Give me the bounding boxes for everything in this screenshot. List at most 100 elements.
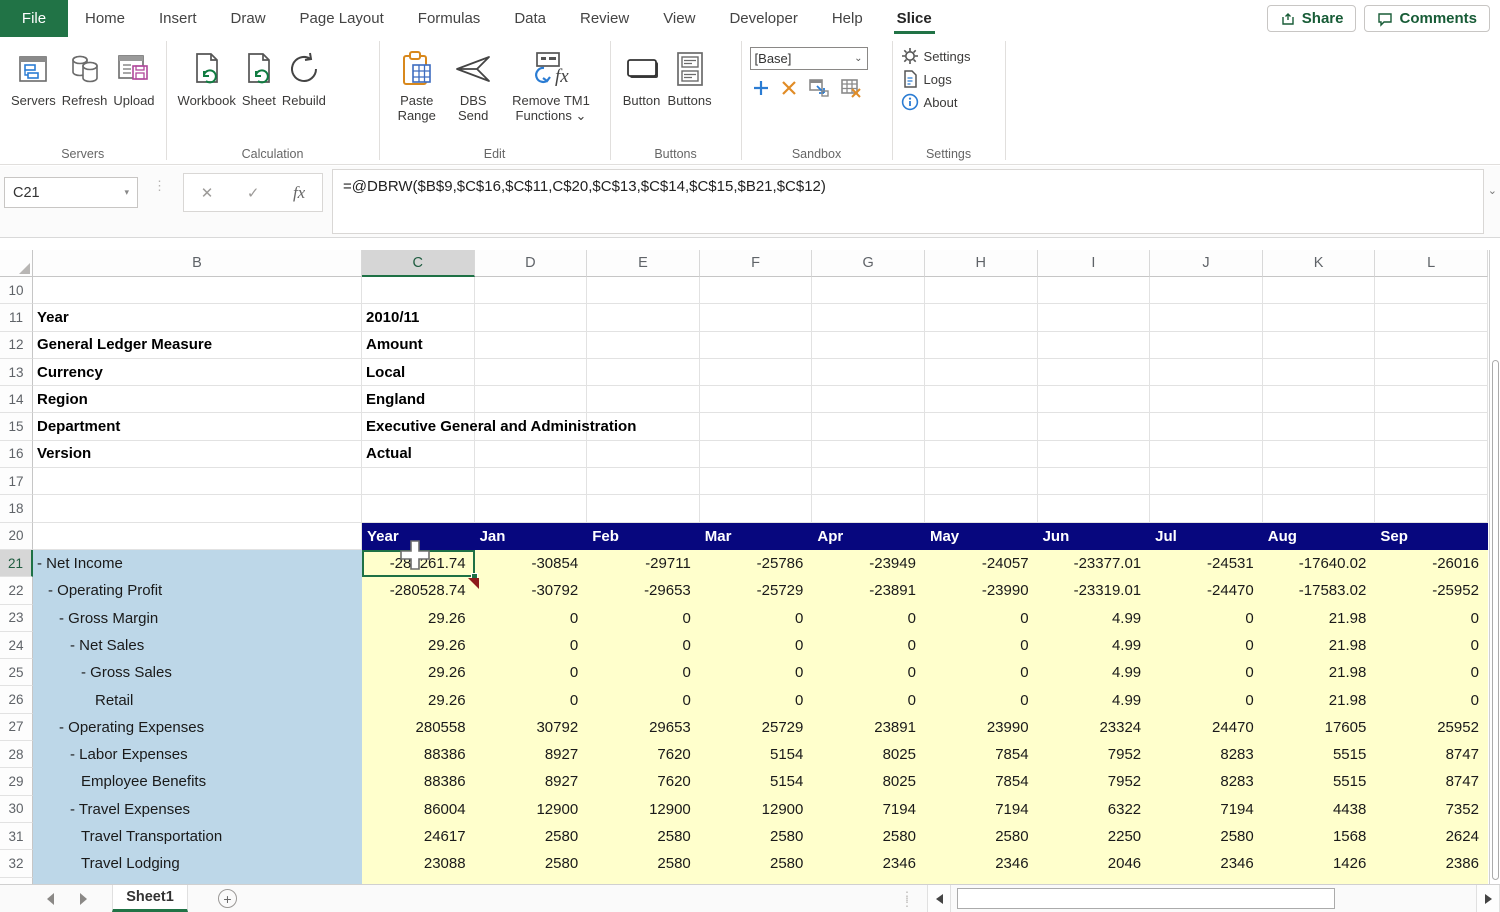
cell-D10[interactable]: [475, 277, 588, 304]
cell-F32[interactable]: 2580: [700, 850, 813, 877]
cell-E29[interactable]: 7620: [587, 768, 700, 795]
hscroll-right-button[interactable]: [1476, 885, 1500, 912]
row-header-16[interactable]: 16: [0, 441, 33, 468]
cell-H17[interactable]: [925, 468, 1038, 495]
cell-K11[interactable]: [1263, 304, 1376, 331]
cell-K12[interactable]: [1263, 332, 1376, 359]
cell-J10[interactable]: [1150, 277, 1263, 304]
cell-D27[interactable]: 30792: [475, 714, 588, 741]
cell-C31[interactable]: 24617: [362, 823, 475, 850]
row-header-14[interactable]: 14: [0, 386, 33, 413]
sandbox-commit-icon[interactable]: [808, 78, 830, 98]
cell-C15[interactable]: Executive General and Administration: [362, 413, 475, 440]
cell-B15[interactable]: Department: [33, 413, 362, 440]
cell-C13[interactable]: Local: [362, 359, 475, 386]
cell-J22[interactable]: -24470: [1150, 577, 1263, 604]
enter-button[interactable]: ✓: [247, 184, 260, 202]
cell-F14[interactable]: [700, 386, 813, 413]
cell-G13[interactable]: [812, 359, 925, 386]
cell-D16[interactable]: [475, 441, 588, 468]
cell-J24[interactable]: 0: [1150, 632, 1263, 659]
tab-slice[interactable]: Slice: [880, 0, 949, 37]
cell-L32[interactable]: 2386: [1375, 850, 1488, 877]
tab-developer[interactable]: Developer: [712, 0, 814, 37]
cell-D28[interactable]: 8927: [475, 741, 588, 768]
cell-L17[interactable]: [1375, 468, 1488, 495]
cell-H18[interactable]: [925, 495, 1038, 522]
cell-D24[interactable]: 0: [475, 632, 588, 659]
cell-C27[interactable]: 280558: [362, 714, 475, 741]
row-header-11[interactable]: 11: [0, 304, 33, 331]
row-header-28[interactable]: 28: [0, 741, 33, 768]
cell-I26[interactable]: 4.99: [1038, 686, 1151, 713]
cell-I23[interactable]: 4.99: [1038, 605, 1151, 632]
tab-draw[interactable]: Draw: [214, 0, 283, 37]
cell-K17[interactable]: [1263, 468, 1376, 495]
cell-J12[interactable]: [1150, 332, 1263, 359]
cell-E22[interactable]: -29653: [587, 577, 700, 604]
cell-B29[interactable]: Employee Benefits: [33, 768, 362, 795]
cell-D25[interactable]: 0: [475, 659, 588, 686]
tab-review[interactable]: Review: [563, 0, 646, 37]
comments-button[interactable]: Comments: [1364, 5, 1490, 32]
cell-K31[interactable]: 1568: [1263, 823, 1376, 850]
cell-B11[interactable]: Year: [33, 304, 362, 331]
cell-H28[interactable]: 7854: [925, 741, 1038, 768]
sheet-button[interactable]: Sheet: [239, 43, 279, 113]
cell-G28[interactable]: 8025: [812, 741, 925, 768]
workbook-button[interactable]: Workbook: [175, 43, 239, 113]
cell-E23[interactable]: 0: [587, 605, 700, 632]
cell-G16[interactable]: [812, 441, 925, 468]
month-header-jan[interactable]: Jan: [475, 523, 588, 550]
cell-K29[interactable]: 5515: [1263, 768, 1376, 795]
cell-K22[interactable]: -17583.02: [1263, 577, 1376, 604]
month-header-sep[interactable]: Sep: [1375, 523, 1488, 550]
cell-K23[interactable]: 21.98: [1263, 605, 1376, 632]
cell-E21[interactable]: -29711: [587, 550, 700, 577]
cell-L15[interactable]: [1375, 413, 1488, 440]
cell-J25[interactable]: 0: [1150, 659, 1263, 686]
row-header-31[interactable]: 31: [0, 823, 33, 850]
paste-range-button[interactable]: Paste Range: [388, 43, 446, 128]
cell-K16[interactable]: [1263, 441, 1376, 468]
cell-L16[interactable]: [1375, 441, 1488, 468]
cell-L31[interactable]: 2624: [1375, 823, 1488, 850]
row-header-20[interactable]: 20: [0, 523, 33, 550]
row-header-27[interactable]: 27: [0, 714, 33, 741]
row-header-25[interactable]: 25: [0, 659, 33, 686]
row-header-22[interactable]: 22: [0, 577, 33, 604]
cell-L21[interactable]: -26016: [1375, 550, 1488, 577]
tab-data[interactable]: Data: [497, 0, 563, 37]
cell-J18[interactable]: [1150, 495, 1263, 522]
row-header-10[interactable]: 10: [0, 277, 33, 304]
tab-formulas[interactable]: Formulas: [401, 0, 498, 37]
cell-B21[interactable]: - Net Income: [33, 550, 362, 577]
cell-H22[interactable]: -23990: [925, 577, 1038, 604]
cell-J23[interactable]: 0: [1150, 605, 1263, 632]
horizontal-scrollbar-thumb[interactable]: [957, 888, 1335, 909]
cell-D14[interactable]: [475, 386, 588, 413]
cell-G21[interactable]: -23949: [812, 550, 925, 577]
cell-B23[interactable]: - Gross Margin: [33, 605, 362, 632]
row-header-15[interactable]: 15: [0, 413, 33, 440]
cell-E25[interactable]: 0: [587, 659, 700, 686]
column-header-F[interactable]: F: [700, 250, 813, 277]
row-header-32[interactable]: 32: [0, 850, 33, 877]
rebuild-button[interactable]: Rebuild: [279, 43, 329, 113]
cell-D26[interactable]: 0: [475, 686, 588, 713]
formula-input[interactable]: =@DBRW($B$9,$C$16,$C$11,C$20,$C$13,$C$14…: [332, 169, 1484, 234]
cell-I17[interactable]: [1038, 468, 1151, 495]
column-header-D[interactable]: D: [475, 250, 588, 277]
column-header-I[interactable]: I: [1038, 250, 1151, 277]
cell-E13[interactable]: [587, 359, 700, 386]
cell-F27[interactable]: 25729: [700, 714, 813, 741]
cell-F11[interactable]: [700, 304, 813, 331]
vertical-scrollbar[interactable]: [1489, 250, 1500, 884]
cell-C25[interactable]: 29.26: [362, 659, 475, 686]
cell-K28[interactable]: 5515: [1263, 741, 1376, 768]
cell-F23[interactable]: 0: [700, 605, 813, 632]
cell-B28[interactable]: - Labor Expenses: [33, 741, 362, 768]
sandbox-discard-icon[interactable]: [840, 78, 862, 98]
row-header-17[interactable]: 17: [0, 468, 33, 495]
cell-D21[interactable]: -30854: [475, 550, 588, 577]
